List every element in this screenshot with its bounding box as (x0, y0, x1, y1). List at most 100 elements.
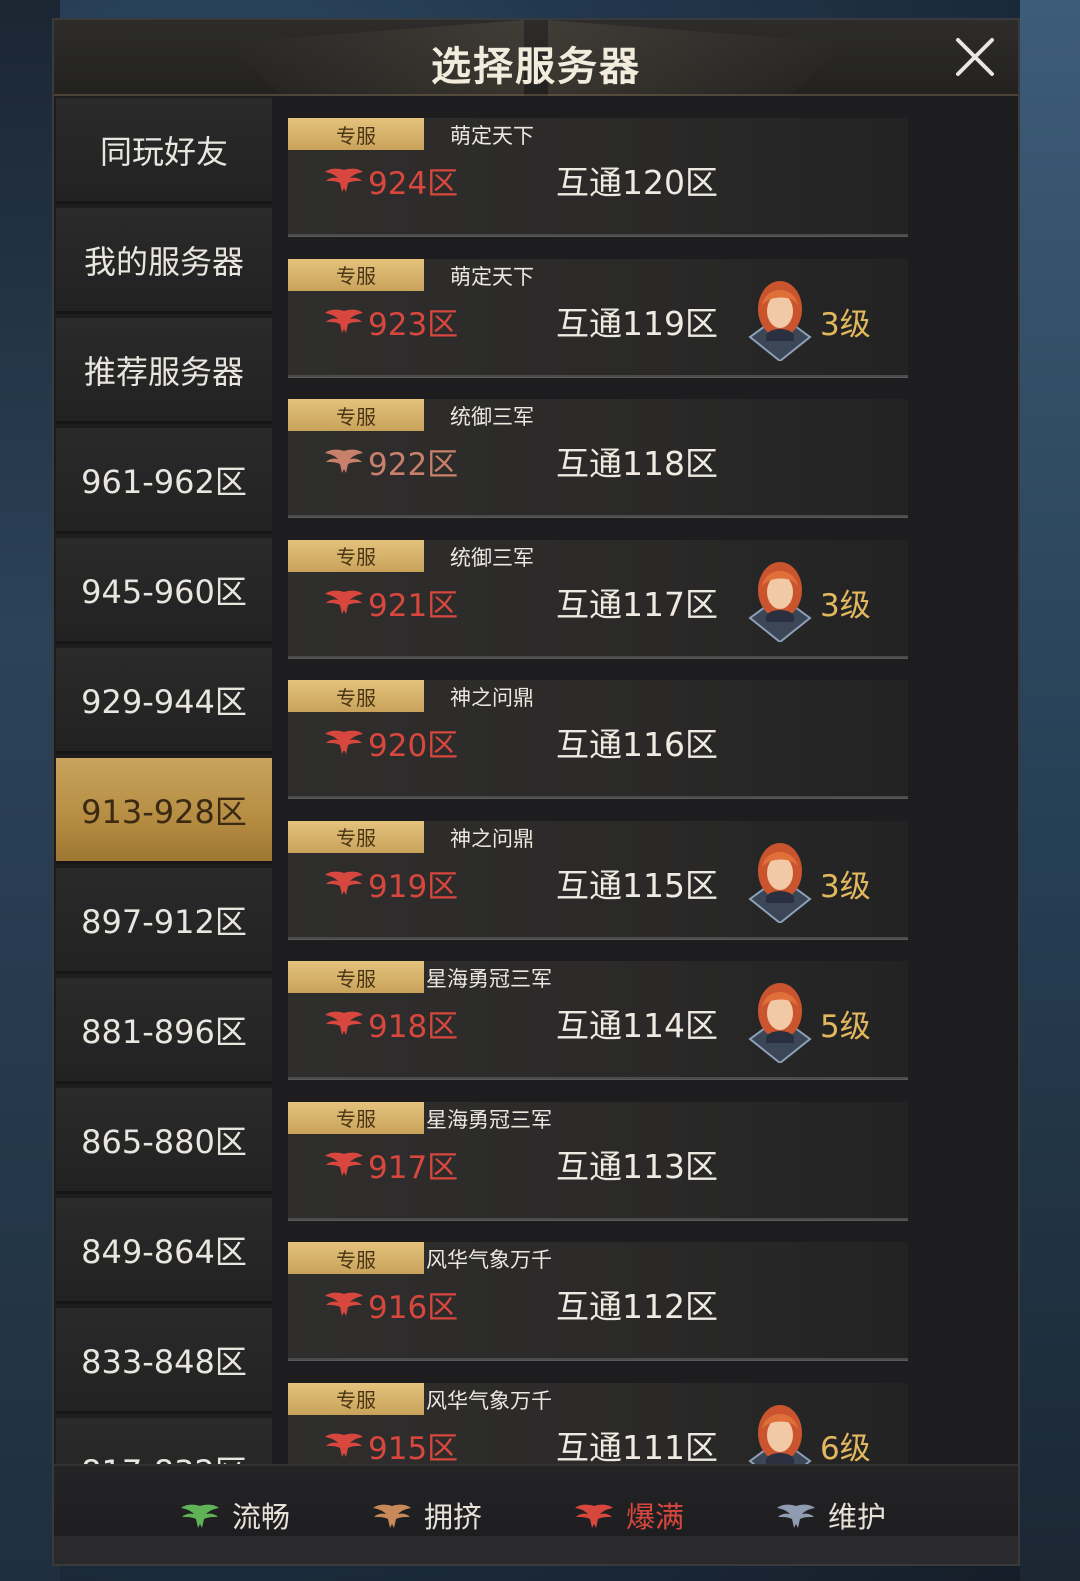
interconnect-zone: 互通118区 (556, 444, 718, 483)
server-group-name: 统御三军 (450, 405, 534, 429)
sidebar-item[interactable]: 945-960区 (56, 538, 272, 644)
bottom-bar (54, 1536, 1018, 1564)
character-avatar-icon (748, 275, 812, 362)
zone-number: 916区 (368, 1290, 459, 1326)
server-group-name: 星海勇冠三军 (426, 967, 552, 991)
server-card[interactable]: 专服 星海勇冠三军 918区 互通114区 5级 (288, 961, 908, 1080)
exclusive-tag: 专服 (288, 1382, 424, 1415)
interconnect-zone: 互通116区 (556, 725, 718, 764)
exclusive-tag: 专服 (288, 820, 424, 853)
exclusive-tag: 专服 (288, 1242, 424, 1274)
server-card[interactable]: 专服 神之问鼎 920区 互通116区 (288, 680, 908, 799)
legend-label: 维护 (828, 1500, 887, 1534)
server-select-dialog: 选择服务器 同玩好友 我的服务器 推荐服务器 961-962区 945-960区 929-… (52, 18, 1020, 1566)
sidebar-item-label: 945-960区 (81, 572, 247, 611)
interconnect-zone: 互通112区 (556, 1287, 718, 1326)
zone-number: 915区 (368, 1430, 459, 1467)
sidebar-item-label: 897-912区 (81, 902, 247, 941)
sidebar-item[interactable]: 833-848区 (56, 1308, 272, 1414)
server-group-name: 萌定天下 (450, 124, 534, 148)
legend-wing-icon (181, 1504, 219, 1528)
zone-number: 918区 (368, 1009, 459, 1045)
background-left (0, 0, 60, 1581)
server-card[interactable]: 专服 神之问鼎 919区 互通115区 3级 (288, 820, 908, 940)
server-card[interactable]: 专服 星海勇冠三军 917区 互通113区 (288, 1101, 908, 1221)
server-card[interactable]: 专服 萌定天下 923区 互通119区 3级 (288, 258, 908, 378)
status-wing-icon (324, 1007, 364, 1037)
character-level: 3级 (820, 306, 871, 343)
exclusive-tag: 专服 (288, 118, 424, 150)
legend-label: 拥挤 (424, 1500, 483, 1534)
interconnect-zone: 互通115区 (556, 865, 718, 905)
dialog-title: 选择服务器 (431, 44, 641, 90)
sidebar-item[interactable]: 897-912区 (56, 868, 272, 974)
sidebar-item[interactable]: 961-962区 (56, 428, 272, 534)
sidebar-item[interactable]: 929-944区 (56, 648, 272, 754)
legend-wing-icon (575, 1504, 613, 1528)
exclusive-tag: 专服 (288, 961, 424, 993)
server-card[interactable]: 专服 统御三军 921区 互通117区 3级 (288, 539, 908, 659)
interconnect-zone: 互通113区 (556, 1146, 718, 1186)
interconnect-zone: 互通117区 (556, 584, 718, 624)
server-card[interactable]: 专服 风华气象万千 916区 互通112区 (288, 1242, 908, 1361)
close-button[interactable] (950, 32, 1000, 82)
status-wing-icon (324, 445, 364, 475)
sidebar-item[interactable]: 推荐服务器 (56, 318, 272, 424)
exclusive-tag: 专服 (288, 1101, 424, 1134)
sidebar-item-label: 881-896区 (81, 1012, 247, 1051)
interconnect-zone: 互通119区 (556, 303, 718, 343)
zone-number: 922区 (368, 447, 459, 483)
close-icon (956, 38, 994, 76)
legend-label: 爆满 (626, 1500, 685, 1534)
exclusive-tag: 专服 (288, 539, 424, 572)
sidebar-item[interactable]: 913-928区 (56, 758, 272, 864)
interconnect-zone: 互通120区 (556, 163, 718, 202)
status-wing-icon (324, 726, 364, 756)
sidebar-item-label: 833-848区 (81, 1342, 247, 1381)
server-list: 专服 萌定天下 924区 互通120区 专服 萌定天下 923区 互通119区 3级 专服 统御三军… (288, 118, 1008, 1470)
status-wing-icon (324, 586, 364, 616)
legend-label: 流畅 (232, 1500, 291, 1534)
sidebar-item-label: 961-962区 (81, 462, 247, 501)
dialog-header: 选择服务器 (54, 20, 1018, 96)
server-card[interactable]: 专服 统御三军 922区 互通118区 (288, 399, 908, 518)
legend-item: 维护 (776, 1494, 886, 1536)
server-group-name: 风华气象万千 (426, 1248, 552, 1272)
server-group-name: 风华气象万千 (426, 1388, 552, 1413)
wing-icon (325, 1433, 363, 1457)
interconnect-zone: 互通111区 (556, 1427, 718, 1467)
sidebar-item[interactable]: 865-880区 (56, 1088, 272, 1194)
status-legend: 流畅 拥挤 爆满 维护 (54, 1464, 1018, 1564)
exclusive-tag: 专服 (288, 399, 424, 431)
server-group-name: 统御三军 (450, 545, 534, 570)
legend-wing-icon (373, 1504, 411, 1528)
sidebar-item[interactable]: 817-832区 (56, 1418, 272, 1470)
sidebar-item-label: 849-864区 (81, 1232, 247, 1271)
zone-number: 923区 (368, 306, 459, 343)
zone-number: 919区 (368, 868, 459, 905)
legend-item: 流畅 (180, 1494, 290, 1536)
status-wing-icon (324, 164, 364, 194)
wing-icon (325, 168, 363, 192)
character-avatar-icon (748, 1399, 812, 1470)
server-card[interactable]: 专服 萌定天下 924区 互通120区 (288, 118, 908, 237)
sidebar-item-label: 913-928区 (81, 792, 247, 831)
status-wing-icon (324, 1288, 364, 1318)
sidebar-item[interactable]: 881-896区 (56, 978, 272, 1084)
wing-icon (325, 1011, 363, 1035)
status-wing-icon (324, 1429, 364, 1459)
status-wing-icon (324, 305, 364, 335)
wing-icon (325, 871, 363, 895)
interconnect-zone: 互通114区 (556, 1006, 718, 1045)
sidebar-item[interactable]: 849-864区 (56, 1198, 272, 1304)
legend-wing-icon (777, 1504, 815, 1528)
character-level: 6级 (820, 1430, 871, 1467)
character-level: 3级 (820, 868, 871, 905)
zone-number: 921区 (368, 587, 459, 624)
server-card[interactable]: 专服 风华气象万千 915区 互通111区 6级 (288, 1382, 908, 1470)
sidebar-item[interactable]: 同玩好友 (56, 98, 272, 204)
server-group-name: 神之问鼎 (450, 686, 534, 710)
wing-icon (325, 730, 363, 754)
wing-icon (325, 1292, 363, 1316)
sidebar-item[interactable]: 我的服务器 (56, 208, 272, 314)
